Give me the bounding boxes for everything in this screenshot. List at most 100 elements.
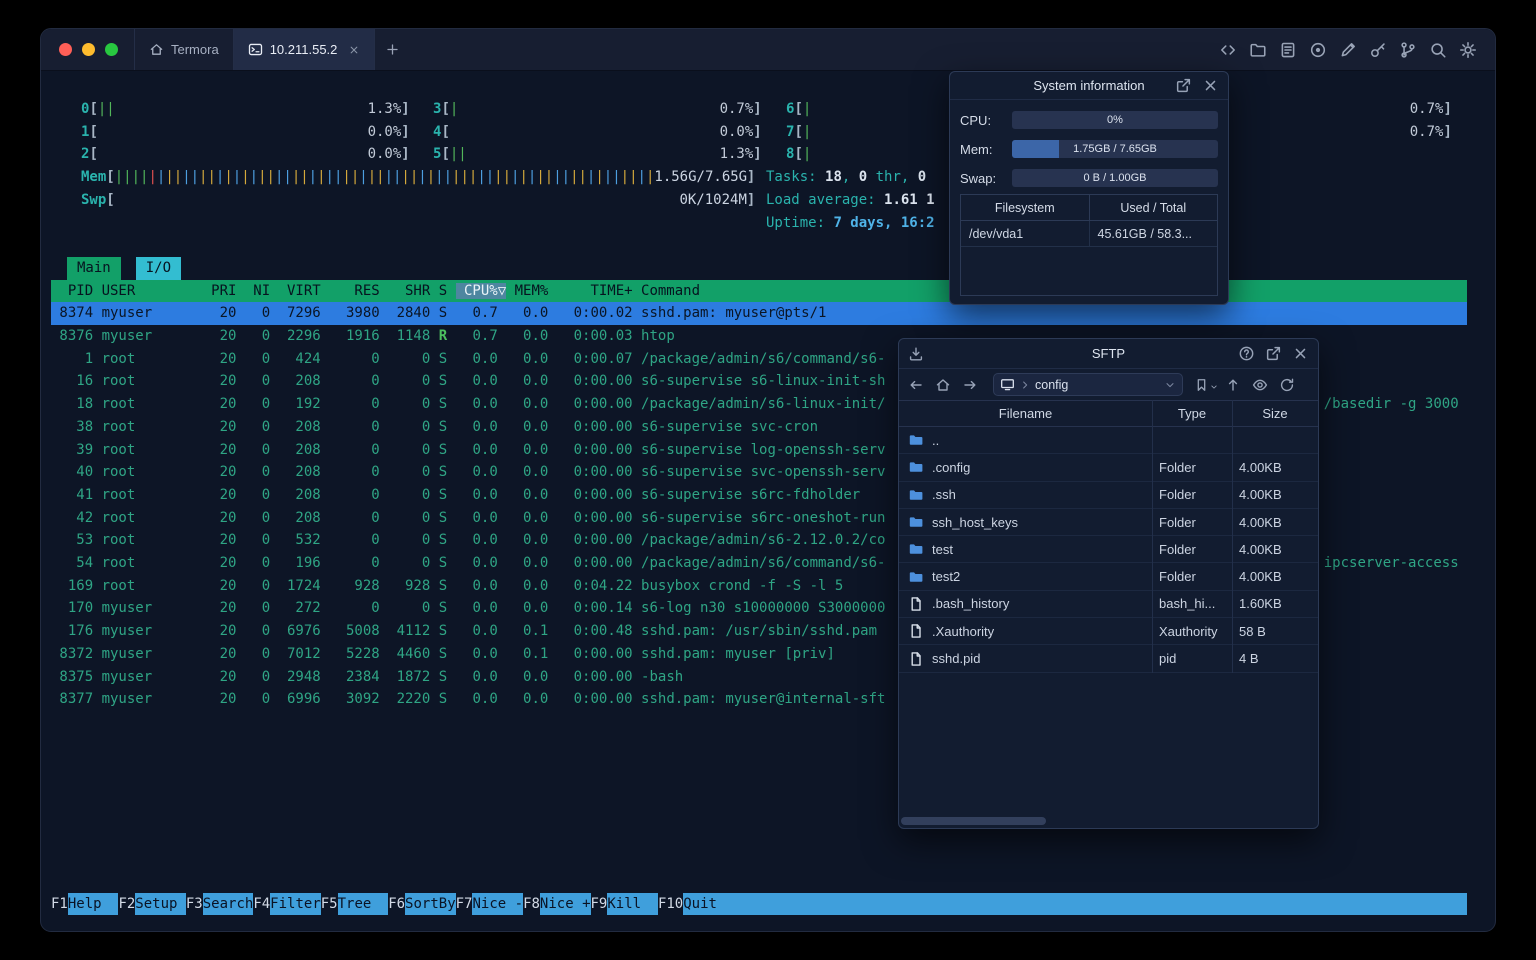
sysinfo-close-button[interactable]: [1202, 77, 1219, 94]
col-type[interactable]: Type: [1152, 401, 1232, 426]
tab-termora[interactable]: Termora: [134, 29, 233, 70]
load-average-line: Load average: 1.61 1: [766, 191, 935, 208]
usage-bar: 1.75GB / 7.65GB: [1012, 140, 1218, 158]
file-name: .config: [932, 459, 971, 475]
uptime-line: Uptime: 7 days, 16:2: [766, 214, 935, 231]
path-separator-icon: [1019, 379, 1031, 391]
fkey-action-nice--[interactable]: Nice -: [472, 893, 524, 915]
bookmark-button[interactable]: [1194, 375, 1217, 395]
edit-button[interactable]: [1339, 41, 1357, 59]
file-row-test[interactable]: test Folder 4.00KB: [899, 536, 1318, 564]
fkey-F4: F4: [253, 896, 271, 912]
folder-button[interactable]: [1249, 41, 1267, 59]
search-button[interactable]: [1429, 41, 1447, 59]
fs-rows: /dev/vda1 45.61GB / 58.3...: [961, 221, 1217, 247]
file-row-ssh_host_keys[interactable]: ssh_host_keys Folder 4.00KB: [899, 509, 1318, 537]
file-table-header[interactable]: Filename Type Size: [899, 400, 1318, 427]
file-type: Folder: [1159, 541, 1196, 557]
cpu-meter-0: 0[|| 1.3%]: [81, 101, 410, 117]
file-size: 58 B: [1239, 623, 1266, 639]
path-dropdown-icon[interactable]: [1164, 379, 1176, 391]
file-row-.bash_history[interactable]: .bash_history bash_hi... 1.60KB: [899, 591, 1318, 619]
file-type: Folder: [1159, 514, 1196, 530]
file-size: 4.00KB: [1239, 541, 1282, 557]
horizontal-scrollbar[interactable]: [901, 817, 1316, 825]
scrollbar-thumb[interactable]: [901, 817, 1046, 825]
col-size[interactable]: Size: [1232, 401, 1318, 426]
terminal-icon: [248, 42, 263, 57]
tab-session-label: 10.211.55.2: [269, 42, 338, 57]
parent-directory-button[interactable]: [1223, 375, 1243, 395]
fkey-action-kill[interactable]: Kill: [607, 893, 658, 915]
file-name: ssh_host_keys: [932, 514, 1018, 530]
refresh-button[interactable]: [1277, 375, 1297, 395]
forward-button[interactable]: [960, 375, 980, 395]
sftp-home-button[interactable]: [933, 375, 953, 395]
fkey-F3: F3: [185, 896, 203, 912]
fkey-action-nice-+[interactable]: Nice +: [539, 893, 591, 915]
file-type: Folder: [1159, 487, 1196, 503]
sysinfo-row: Swap: 0 B / 1.00GB: [950, 165, 1228, 191]
sftp-titlebar[interactable]: SFTP: [899, 339, 1318, 369]
file-row-.ssh[interactable]: .ssh Folder 4.00KB: [899, 482, 1318, 509]
transfers-icon[interactable]: [908, 346, 924, 362]
fkey-action-setup[interactable]: Setup: [135, 893, 186, 915]
sysinfo-metric-label: CPU:: [960, 112, 992, 128]
process-row-8374[interactable]: 8374 myuser 20 0 7296 3980 2840 S 0.7 0.…: [51, 302, 1467, 325]
file-row-.config[interactable]: .config Folder 4.00KB: [899, 454, 1318, 482]
sftp-help-button[interactable]: [1238, 345, 1255, 362]
back-button[interactable]: [906, 375, 926, 395]
sysinfo-titlebar[interactable]: System information: [950, 72, 1228, 100]
usage-text: 0 B / 1.00GB: [1083, 172, 1147, 184]
file-size: 4.00KB: [1239, 487, 1282, 503]
show-hidden-files-button[interactable]: [1250, 375, 1270, 395]
file-row-test2[interactable]: test2 Folder 4.00KB: [899, 563, 1318, 591]
file-icon: [908, 596, 924, 612]
file-row-..[interactable]: ..: [899, 427, 1318, 455]
fkey-action-search[interactable]: Search: [202, 893, 254, 915]
cpu-meter-4: 4[0.0%]: [433, 123, 762, 140]
fkey-action-help[interactable]: Help: [67, 893, 119, 915]
close-window-button[interactable]: [59, 43, 72, 56]
record-button[interactable]: [1309, 41, 1327, 59]
computer-icon: [1000, 377, 1015, 392]
tab-termora-label: Termora: [171, 42, 219, 57]
file-row-.Xauthority[interactable]: .Xauthority Xauthority 58 B: [899, 618, 1318, 646]
file-type: Folder: [1159, 459, 1196, 475]
file-name: .bash_history: [932, 596, 1010, 612]
sysinfo-open-in-window-button[interactable]: [1175, 77, 1192, 94]
tab-session[interactable]: 10.211.55.2: [232, 29, 376, 70]
fkey-action-sortby[interactable]: SortBy: [405, 893, 456, 915]
fkey-action-quit[interactable]: Quit: [683, 893, 734, 915]
cpu-meter-2: 2[0.0%]: [81, 146, 410, 163]
settings-button[interactable]: [1459, 41, 1477, 59]
sysinfo-row: CPU: 0%: [950, 107, 1228, 133]
sftp-close-button[interactable]: [1292, 345, 1309, 362]
col-filename[interactable]: Filename: [899, 401, 1152, 426]
fkey-action-tree[interactable]: Tree: [337, 893, 389, 915]
branch-button[interactable]: [1399, 41, 1417, 59]
maximize-window-button[interactable]: [105, 43, 118, 56]
fs-name: /dev/vda1: [969, 226, 1024, 241]
sysinfo-rows: CPU: 0% Mem: 1.75GB / 7.65GB Swap: 0 B / 1.00…: [950, 100, 1228, 191]
sysinfo-row: Mem: 1.75GB / 7.65GB: [950, 136, 1228, 162]
fkey-F10: F10: [657, 896, 684, 912]
bookmark-icon: [1194, 377, 1209, 392]
new-tab-button[interactable]: [375, 29, 409, 70]
file-row-sshd.pid[interactable]: sshd.pid pid 4 B: [899, 645, 1318, 673]
usage-bar: 0%: [1012, 111, 1218, 129]
current-path: config: [1035, 377, 1069, 392]
notes-button[interactable]: [1279, 41, 1297, 59]
file-rows: .. .config Folder 4.00KB .ssh Folder 4.00KB ssh…: [899, 427, 1318, 673]
usage-bar: 0 B / 1.00GB: [1012, 169, 1218, 187]
path-bar[interactable]: config: [993, 373, 1183, 396]
code-button[interactable]: [1219, 41, 1237, 59]
close-tab-icon[interactable]: [348, 44, 360, 56]
key-button[interactable]: [1369, 41, 1387, 59]
minimize-window-button[interactable]: [82, 43, 95, 56]
sftp-open-in-window-button[interactable]: [1265, 345, 1282, 362]
system-information-panel: System information CPU: 0% Mem: 1.75GB / 7.…: [949, 71, 1229, 305]
file-size: 4 B: [1239, 651, 1259, 667]
home-icon: [149, 42, 164, 57]
fkey-action-filter[interactable]: Filter: [270, 893, 321, 915]
